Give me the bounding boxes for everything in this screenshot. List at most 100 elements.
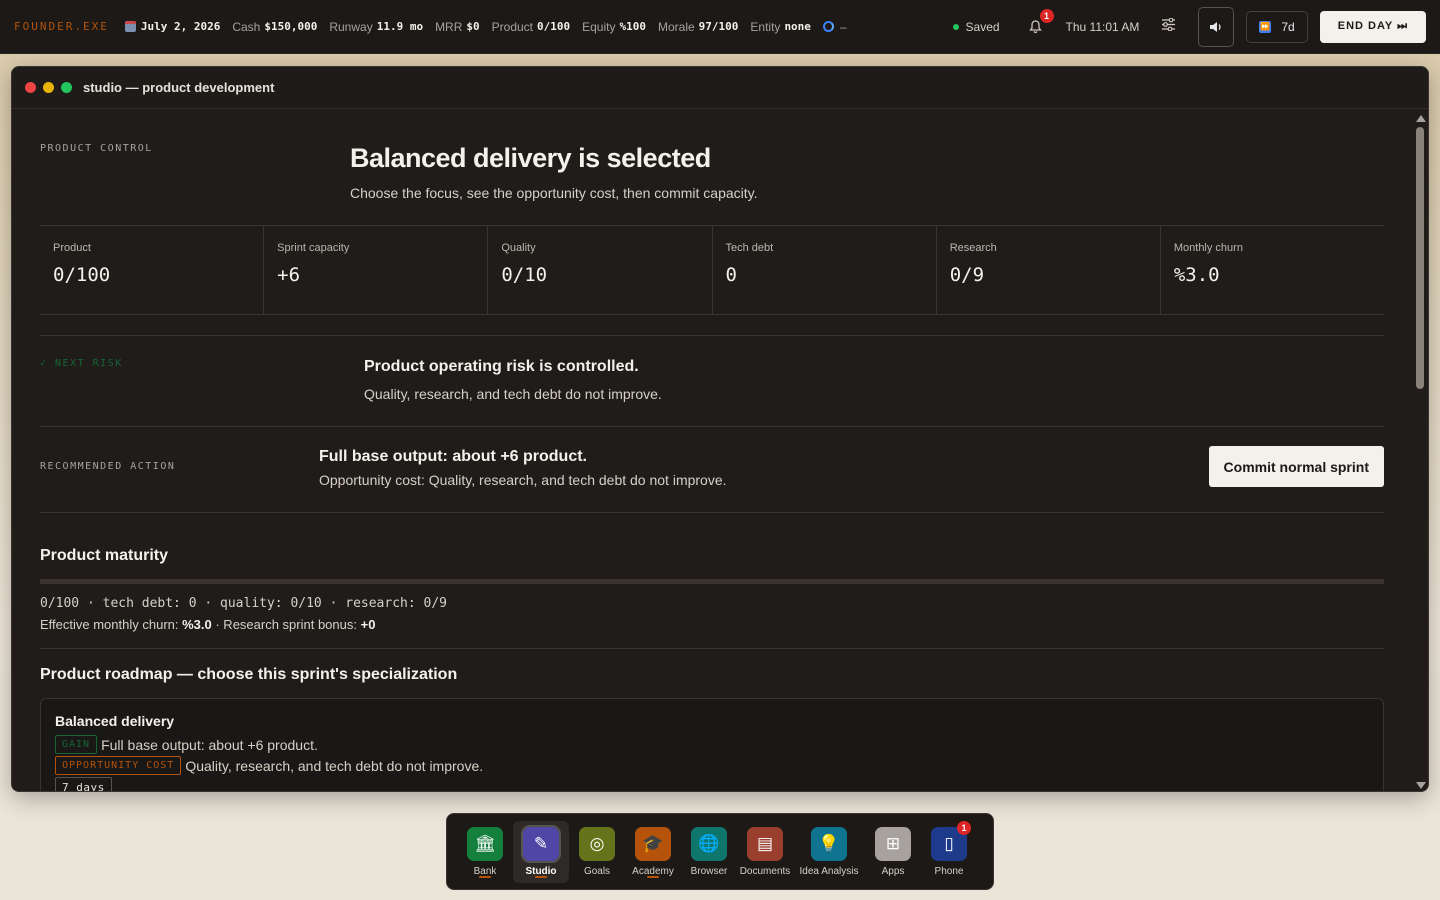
notifications-button[interactable]: 1 xyxy=(1028,8,1054,35)
next-risk-subtitle: Quality, research, and tech debt do not … xyxy=(364,386,662,402)
notifications-badge: 1 xyxy=(1039,8,1054,23)
bank-icon: 🏛 xyxy=(467,827,503,861)
entity-stat: Entity none xyxy=(750,20,811,34)
dock-item-goals[interactable]: ◎ Goals xyxy=(569,821,625,883)
runway-value: 11.9 mo xyxy=(376,20,424,33)
end-day-button[interactable]: END DAY ⏭ xyxy=(1319,10,1426,43)
fast-forward-button[interactable]: ⏩ 7d xyxy=(1246,10,1308,43)
dock-item-browser[interactable]: 🌐 Browser xyxy=(681,821,737,883)
cost-line: OPPORTUNITY COST Quality, research, and … xyxy=(55,756,1369,775)
top-bar: FOUNDER.EXE July 2, 2026 Cash $150,000 Ru… xyxy=(0,0,1440,54)
churn-prefix: Effective monthly churn: xyxy=(40,617,183,632)
dock-label: Documents xyxy=(739,866,791,877)
entity-value: none xyxy=(784,20,811,33)
metric-label: Sprint capacity xyxy=(277,242,350,254)
metric-value: 0/100 xyxy=(53,264,111,286)
dock-item-academy[interactable]: 🎓 Academy xyxy=(625,821,681,883)
next-risk-label: ✓ NEXT RISK xyxy=(40,358,123,369)
roadmap-option-balanced[interactable]: Balanced delivery GAIN Full base output:… xyxy=(40,698,1384,791)
bonus-value: +0 xyxy=(360,617,376,632)
duration-tag: 7 days xyxy=(55,777,112,791)
recommended-action-label: RECOMMENDED ACTION xyxy=(40,461,176,472)
product-maturity-section: Product maturity 0/100 · tech debt: 0 · … xyxy=(40,513,1384,649)
date-value: July 2, 2026 xyxy=(140,20,221,33)
product-control-subtitle: Choose the focus, see the opportunity co… xyxy=(350,185,758,201)
product-stat: Product 0/100 xyxy=(492,20,570,34)
equity-stat: Equity %100 xyxy=(582,20,646,34)
sliders-icon xyxy=(1162,17,1176,32)
next-risk-section: ✓ NEXT RISK Product operating risk is co… xyxy=(40,335,1384,427)
dock-item-apps[interactable]: ⊞ Apps xyxy=(865,821,921,883)
pencil-ruler-icon: ✎ xyxy=(521,825,561,863)
mrr-label: MRR xyxy=(435,19,463,34)
runway-label: Runway xyxy=(329,19,373,34)
speaker-icon xyxy=(1210,21,1222,32)
metric-value: 0/9 xyxy=(949,264,985,286)
dock-item-phone[interactable]: ▯ Phone 1 xyxy=(921,821,977,883)
save-status-dot xyxy=(952,23,959,30)
settings-button[interactable] xyxy=(1161,17,1176,35)
app-brand: FOUNDER.EXE xyxy=(14,20,109,33)
metric-label: Product xyxy=(53,242,91,254)
dock-label: Apps xyxy=(881,866,905,877)
scroll-up-arrow-icon[interactable] xyxy=(1416,115,1426,122)
maturity-summary: 0/100 · tech debt: 0 · quality: 0/10 · r… xyxy=(40,596,447,611)
equity-label: Equity xyxy=(582,19,616,34)
window-title: studio — product development xyxy=(83,80,275,95)
dock-item-studio[interactable]: ✎ Studio xyxy=(513,821,569,883)
metric-value: %3.0 xyxy=(1173,264,1220,286)
target-icon: ◎ xyxy=(579,827,615,861)
save-status-label: Saved xyxy=(965,19,1000,34)
metric-value: 0/10 xyxy=(501,264,548,286)
product-maturity-title: Product maturity xyxy=(40,547,169,564)
cash-label: Cash xyxy=(232,19,261,34)
gain-line: GAIN Full base output: about +6 product. xyxy=(55,735,1369,754)
close-window-button[interactable] xyxy=(25,82,36,93)
content-scrollbar[interactable] xyxy=(1412,109,1428,791)
roadmap-title: Product roadmap — choose this sprint's s… xyxy=(40,666,458,683)
morale-label: Morale xyxy=(657,19,695,34)
next-risk-title: Product operating risk is controlled. xyxy=(364,358,639,375)
dock-item-documents[interactable]: ▤ Documents xyxy=(737,821,793,883)
fast-forward-label: 7d xyxy=(1281,19,1295,34)
recommended-action-subtitle: Opportunity cost: Quality, research, and… xyxy=(319,472,727,488)
product-control-label: PRODUCT CONTROL xyxy=(40,143,153,154)
dock-item-bank[interactable]: 🏛 Bank xyxy=(457,821,513,883)
document-icon: ▤ xyxy=(747,827,783,861)
metric-label: Research xyxy=(949,242,997,254)
entity-label: Entity xyxy=(750,19,781,34)
calendar-icon xyxy=(124,21,136,32)
minimize-window-button[interactable] xyxy=(43,82,54,93)
product-roadmap-section: Product roadmap — choose this sprint's s… xyxy=(40,649,1384,791)
metric-tech-debt: Tech debt 0 xyxy=(713,226,937,314)
metric-research: Research 0/9 xyxy=(937,226,1161,314)
gain-text: Full base output: about +6 product. xyxy=(101,736,318,753)
opportunity-cost-text: Quality, research, and tech debt do not … xyxy=(185,757,484,774)
cash-value: $150,000 xyxy=(264,20,318,33)
commit-sprint-button[interactable]: Commit normal sprint xyxy=(1208,446,1384,487)
dock-open-indicator xyxy=(535,876,547,878)
app-dock: 🏛 Bank ✎ Studio ◎ Goals 🎓 Academy 🌐 Browser ▤ Docum… xyxy=(446,813,994,890)
mrr-stat: MRR $0 xyxy=(435,20,480,34)
dock-label: Goals xyxy=(583,866,611,877)
sound-toggle-button[interactable] xyxy=(1198,6,1235,47)
metrics-strip: Product 0/100 Sprint capacity +6 Quality… xyxy=(40,225,1384,315)
equity-value: %100 xyxy=(619,20,646,33)
loading-spinner-icon xyxy=(822,21,834,32)
scrollbar-thumb[interactable] xyxy=(1416,127,1424,389)
bell-icon xyxy=(1029,19,1042,33)
dock-item-idea-analysis[interactable]: 💡 Idea Analysis xyxy=(793,821,865,883)
metric-label: Quality xyxy=(501,242,536,254)
clock: Thu 11:01 AM xyxy=(1065,19,1140,34)
morale-stat: Morale 97/100 xyxy=(658,20,738,34)
scroll-down-arrow-icon[interactable] xyxy=(1416,782,1426,789)
metric-label: Tech debt xyxy=(725,242,774,254)
window-content: PRODUCT CONTROL Balanced delivery is sel… xyxy=(12,109,1412,791)
maximize-window-button[interactable] xyxy=(61,82,72,93)
graduation-cap-icon: 🎓 xyxy=(635,827,671,861)
task-status-value: – xyxy=(839,19,847,34)
churn-value: %3.0 xyxy=(182,617,212,632)
product-control-title: Balanced delivery is selected xyxy=(350,143,711,173)
mrr-value: $0 xyxy=(466,20,480,33)
studio-window: studio — product development PRODUCT CON… xyxy=(11,66,1429,792)
